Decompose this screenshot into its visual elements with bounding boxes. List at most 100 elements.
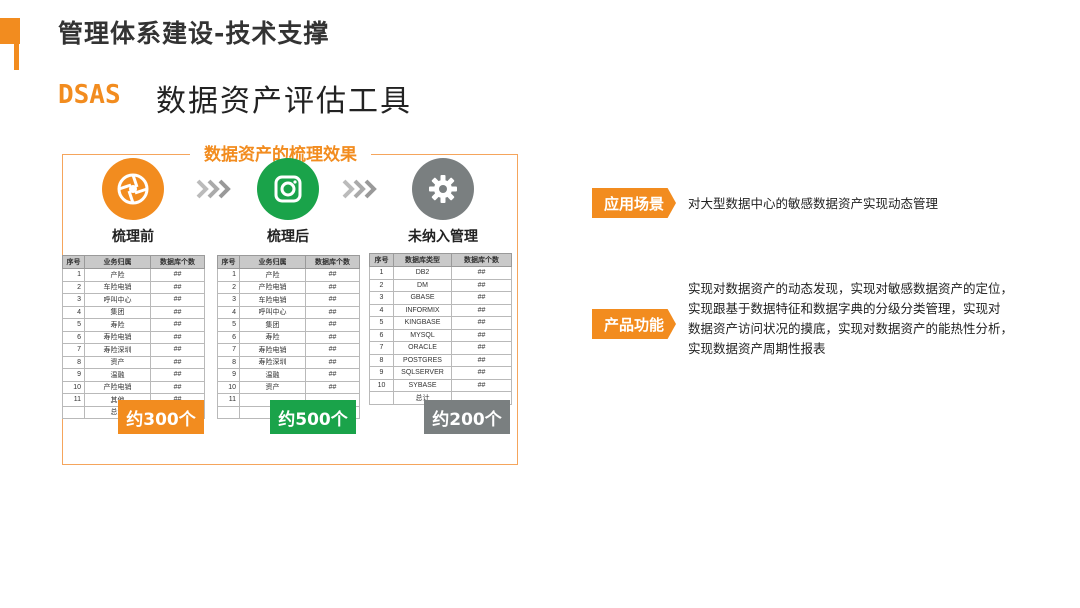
- table-row: 7 寿险电销 ##: [217, 343, 360, 357]
- table-cell: ##: [305, 318, 360, 332]
- table-row: 5 KINGBASE ##: [369, 316, 512, 330]
- table-cell: ##: [305, 305, 360, 319]
- table-cell: 资产: [239, 380, 306, 394]
- table-cell: 产险电销: [239, 280, 306, 294]
- table-row: 10 资产 ##: [217, 380, 360, 394]
- table-cell: ##: [305, 330, 360, 344]
- stage-label-before: 梳理前: [112, 229, 154, 245]
- table-cell: 9: [62, 368, 85, 382]
- table-header-row: 序号 业务归属 数据库个数: [62, 255, 205, 269]
- table-cell: ##: [305, 343, 360, 357]
- table-cell: ##: [150, 280, 205, 294]
- table-cell: 11: [62, 393, 85, 407]
- table-cell: 4: [217, 305, 240, 319]
- table-cell: ##: [150, 268, 205, 282]
- table-cell: 4: [62, 305, 85, 319]
- table-cell: 车险电销: [84, 280, 151, 294]
- table-cell: 产险电销: [84, 380, 151, 394]
- table-row: 3 车险电销 ##: [217, 293, 360, 307]
- table-cell: ##: [451, 266, 512, 280]
- table-cell: 3: [369, 291, 394, 305]
- table-cell: 7: [369, 341, 394, 355]
- table-cell: 2: [62, 280, 85, 294]
- table-cell: KINGBASE: [393, 316, 452, 330]
- table-cell: ORACLE: [393, 341, 452, 355]
- table-cell: 车险电销: [239, 293, 306, 307]
- table-row: 2 车险电销 ##: [62, 280, 205, 294]
- table-after: 序号 业务归属 数据库个数 1 产险 ## 2 产险电销 ## 3 车险电销 ## 4 呼叫中心 ## 5 集团…: [217, 255, 360, 419]
- table-cell: 温融: [84, 368, 151, 382]
- table-row: 6 寿险 ##: [217, 330, 360, 344]
- table-cell: MYSQL: [393, 328, 452, 342]
- table-row: 6 MYSQL ##: [369, 328, 512, 342]
- table-cell: 呼叫中心: [84, 293, 151, 307]
- table-cell: ##: [150, 368, 205, 382]
- table-row: 1 产险 ##: [217, 268, 360, 282]
- table-row: 3 GBASE ##: [369, 291, 512, 305]
- count-badge-unmanaged: 约200个: [424, 400, 510, 434]
- double-chevron-icon: [196, 178, 236, 200]
- table-cell: 1: [369, 266, 394, 280]
- table-before: 序号 业务归属 数据库个数 1 产险 ## 2 车险电销 ## 3 呼叫中心 ## 4 集团 ## 5 寿险 ##…: [62, 255, 205, 419]
- table-cell: 3: [217, 293, 240, 307]
- table-cell: ##: [451, 341, 512, 355]
- table-row: 8 寿险深圳 ##: [217, 355, 360, 369]
- table-cell: 9: [217, 368, 240, 382]
- table-cell: [217, 405, 240, 419]
- table-cell: 2: [369, 278, 394, 292]
- table-header-cell: 数据库个数: [150, 255, 205, 269]
- product-function-text: 实现对数据资产的动态发现，实现对敏感数据资产的定位， 实现跟基于数据特征和数据字…: [688, 279, 1048, 359]
- table-cell: 5: [62, 318, 85, 332]
- table-cell: 3: [62, 293, 85, 307]
- table-cell: ##: [150, 318, 205, 332]
- table-cell: ##: [150, 355, 205, 369]
- table-cell: 7: [62, 343, 85, 357]
- gear-icon: [412, 158, 474, 220]
- camera-aperture-icon: [102, 158, 164, 220]
- table-cell: 集团: [239, 318, 306, 332]
- table-cell: ##: [305, 268, 360, 282]
- table-cell: 10: [62, 380, 85, 394]
- count-badge-before: 约300个: [118, 400, 204, 434]
- table-row: 4 呼叫中心 ##: [217, 305, 360, 319]
- table-cell: INFORMIX: [393, 303, 452, 317]
- table-row: 10 产险电销 ##: [62, 380, 205, 394]
- table-cell: ##: [451, 378, 512, 392]
- table-header-row: 序号 业务归属 数据库个数: [217, 255, 360, 269]
- table-cell: 6: [217, 330, 240, 344]
- table-cell: 集团: [84, 305, 151, 319]
- tag-product-function: 产品功能: [592, 309, 676, 339]
- table-cell: ##: [451, 278, 512, 292]
- table-cell: 寿险深圳: [239, 355, 306, 369]
- table-row: 9 温融 ##: [62, 368, 205, 382]
- table-cell: 资产: [84, 355, 151, 369]
- table-row: 6 寿险电销 ##: [62, 330, 205, 344]
- brand-name: DSAS: [58, 80, 121, 110]
- table-cell: 9: [369, 366, 394, 380]
- table-cell: 6: [369, 328, 394, 342]
- table-row: 7 ORACLE ##: [369, 341, 512, 355]
- table-header-cell: 序号: [217, 255, 240, 269]
- tag-application-scenario: 应用场景: [592, 188, 676, 218]
- table-row: 9 温融 ##: [217, 368, 360, 382]
- table-cell: 7: [217, 343, 240, 357]
- table-cell: 8: [369, 353, 394, 367]
- table-cell: ##: [451, 353, 512, 367]
- table-row: 10 SYBASE ##: [369, 378, 512, 392]
- table-cell: 呼叫中心: [239, 305, 306, 319]
- table-header-cell: 数据库个数: [305, 255, 360, 269]
- table-cell: DM: [393, 278, 452, 292]
- table-cell: 寿险: [239, 330, 306, 344]
- table-cell: [62, 405, 85, 419]
- page-title: 管理体系建设-技术支撑: [58, 19, 330, 48]
- table-row: 5 寿险 ##: [62, 318, 205, 332]
- table-cell: 2: [217, 280, 240, 294]
- table-row: 5 集团 ##: [217, 318, 360, 332]
- product-function-line: 实现对数据资产的动态发现，实现对敏感数据资产的定位，: [688, 281, 1014, 296]
- table-cell: 10: [217, 380, 240, 394]
- table-unmanaged: 序号 数据库类型 数据库个数 1 DB2 ## 2 DM ## 3 GBASE ## 4 INFORMIX…: [369, 253, 512, 405]
- table-header-cell: 业务归属: [239, 255, 306, 269]
- table-cell: 温融: [239, 368, 306, 382]
- table-row: 2 产险电销 ##: [217, 280, 360, 294]
- table-cell: ##: [451, 303, 512, 317]
